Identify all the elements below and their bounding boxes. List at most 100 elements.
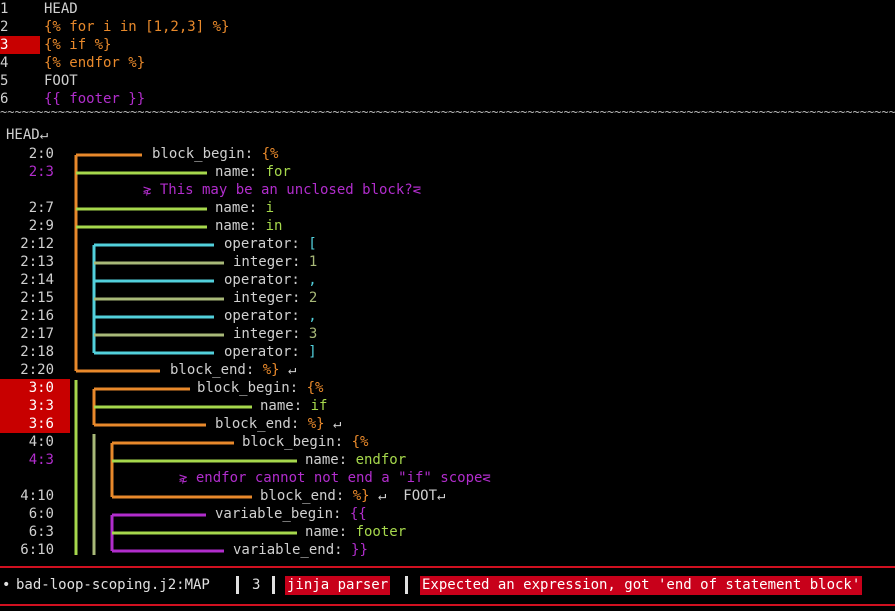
node-position-text: 2:14 bbox=[20, 272, 54, 288]
node-position: 2:0 bbox=[0, 145, 70, 163]
tree-node[interactable]: operator: ] bbox=[224, 343, 317, 361]
node-position: 2:18 bbox=[0, 343, 70, 361]
node-label: name: bbox=[215, 218, 266, 234]
node-position-text: 2:0 bbox=[28, 146, 54, 162]
node-label: integer: bbox=[233, 290, 309, 306]
tree-head-text: HEAD↵ bbox=[6, 127, 49, 143]
node-position: 2:20 bbox=[0, 361, 70, 379]
node-label: name: bbox=[260, 398, 311, 414]
tree-node[interactable]: name: endfor bbox=[305, 451, 406, 469]
line-number: 3 bbox=[0, 36, 40, 54]
node-position-text: 2:20 bbox=[20, 362, 54, 378]
node-trailing-text: ↵ FOOT↵ bbox=[369, 488, 446, 504]
node-value: }} bbox=[351, 542, 368, 558]
tree-node[interactable]: name: i bbox=[215, 199, 274, 217]
source-line[interactable]: FOOT bbox=[44, 72, 78, 90]
parser-badge: jinja parser bbox=[285, 576, 391, 595]
status-bullet: • bbox=[2, 577, 11, 593]
tree-node[interactable]: operator: [ bbox=[224, 235, 317, 253]
node-position-text: 4:10 bbox=[20, 488, 54, 504]
status-separator bbox=[405, 576, 408, 594]
tree-node[interactable]: variable_end: }} bbox=[233, 541, 368, 559]
node-label: block_end: bbox=[260, 488, 353, 504]
node-position-text: 2:3 bbox=[28, 164, 54, 180]
node-label: operator: bbox=[224, 344, 309, 360]
tree-node[interactable]: name: in bbox=[215, 217, 282, 235]
node-value: , bbox=[308, 272, 317, 288]
node-position-text: 2:15 bbox=[20, 290, 54, 306]
line-number: 5 bbox=[0, 73, 9, 89]
node-value: footer bbox=[355, 524, 407, 540]
node-position: 2:15 bbox=[0, 289, 70, 307]
diagnostic-message: ⋧ This may be an unclosed block?⋜ bbox=[143, 181, 421, 199]
node-value: {{ bbox=[349, 506, 367, 522]
tree-node[interactable]: block_end: %} ↵ bbox=[170, 361, 296, 379]
tree-node[interactable]: integer: 3 bbox=[233, 325, 317, 343]
node-position-text: 4:3 bbox=[28, 452, 54, 468]
line-number: 4 bbox=[0, 55, 9, 71]
node-label: operator: bbox=[224, 308, 309, 324]
tree-node[interactable]: block_begin: {% bbox=[152, 145, 278, 163]
tree-node[interactable]: block_end: %} ↵ bbox=[215, 415, 341, 433]
node-position: 6:3 bbox=[0, 523, 70, 541]
node-value: {% bbox=[261, 146, 279, 162]
node-value: in bbox=[265, 218, 283, 234]
source-line[interactable]: {% for i in [1,2,3] %} bbox=[44, 18, 229, 36]
node-label: block_begin: bbox=[242, 434, 352, 450]
node-position-text: 2:16 bbox=[20, 308, 54, 324]
node-position: 6:0 bbox=[0, 505, 70, 523]
node-value: endfor bbox=[355, 452, 407, 468]
node-label: block_end: bbox=[215, 416, 308, 432]
node-position: 3:0 bbox=[0, 379, 70, 397]
node-position-text: 2:13 bbox=[20, 254, 54, 270]
node-value: , bbox=[308, 308, 317, 324]
source-line[interactable]: {% if %} bbox=[44, 36, 111, 54]
node-value: 3 bbox=[308, 326, 318, 342]
node-position: 4:10 bbox=[0, 487, 70, 505]
split-divider: ~~~~~~~~~~~~~~~~~~~~~~~~~~~~~~~~~~~~~~~~… bbox=[0, 105, 895, 119]
node-trailing-text: ↵ bbox=[279, 362, 297, 378]
diagnostic-message: ⋧ endfor cannot not end a "if" scope⋜ bbox=[179, 469, 491, 487]
node-position-text: 2:18 bbox=[20, 344, 54, 360]
node-value: {% bbox=[306, 380, 324, 396]
tree-node[interactable]: block_end: %} ↵ FOOT↵ bbox=[260, 487, 445, 505]
node-label: name: bbox=[215, 164, 266, 180]
node-value: i bbox=[265, 200, 275, 216]
status-separator bbox=[272, 576, 275, 594]
tree-node[interactable]: name: for bbox=[215, 163, 291, 181]
tree-node[interactable]: name: footer bbox=[305, 523, 406, 541]
node-value: [ bbox=[308, 236, 317, 252]
source-line[interactable]: HEAD bbox=[44, 0, 78, 18]
node-label: name: bbox=[305, 452, 356, 468]
node-label: integer: bbox=[233, 254, 309, 270]
node-position-text: 2:17 bbox=[20, 326, 54, 342]
node-position-text: 6:3 bbox=[28, 524, 54, 540]
tree-node[interactable]: integer: 1 bbox=[233, 253, 317, 271]
node-value: {% bbox=[351, 434, 369, 450]
tree-node[interactable]: block_begin: {% bbox=[242, 433, 368, 451]
node-value: 1 bbox=[308, 254, 318, 270]
node-value: %} bbox=[352, 488, 370, 504]
buffer-name[interactable]: bad-loop-scoping.j2:MAP bbox=[16, 576, 210, 594]
tree-node[interactable]: block_begin: {% bbox=[197, 379, 323, 397]
node-position: 2:16 bbox=[0, 307, 70, 325]
tree-node[interactable]: operator: , bbox=[224, 307, 317, 325]
node-position-text: 2:7 bbox=[28, 200, 54, 216]
tree-node[interactable]: name: if bbox=[260, 397, 327, 415]
tree-node[interactable]: operator: , bbox=[224, 271, 317, 289]
node-position: 6:10 bbox=[0, 541, 70, 559]
source-line[interactable]: {% endfor %} bbox=[44, 54, 145, 72]
node-position-text: 2:12 bbox=[20, 236, 54, 252]
node-position: 2:7 bbox=[0, 199, 70, 217]
status-bar: • bad-loop-scoping.j2:MAP 3 jinja parser… bbox=[0, 566, 895, 606]
tree-node[interactable]: variable_begin: {{ bbox=[215, 505, 367, 523]
node-label: operator: bbox=[224, 272, 309, 288]
node-position: 3:3 bbox=[0, 397, 70, 415]
node-label: variable_end: bbox=[233, 542, 352, 558]
node-label: block_end: bbox=[170, 362, 263, 378]
diagnostic-text: ⋧ This may be an unclosed block?⋜ bbox=[143, 182, 422, 198]
node-position-text: 3:6 bbox=[28, 416, 54, 432]
node-position: 3:6 bbox=[0, 415, 70, 433]
node-position: 2:14 bbox=[0, 271, 70, 289]
tree-node[interactable]: integer: 2 bbox=[233, 289, 317, 307]
